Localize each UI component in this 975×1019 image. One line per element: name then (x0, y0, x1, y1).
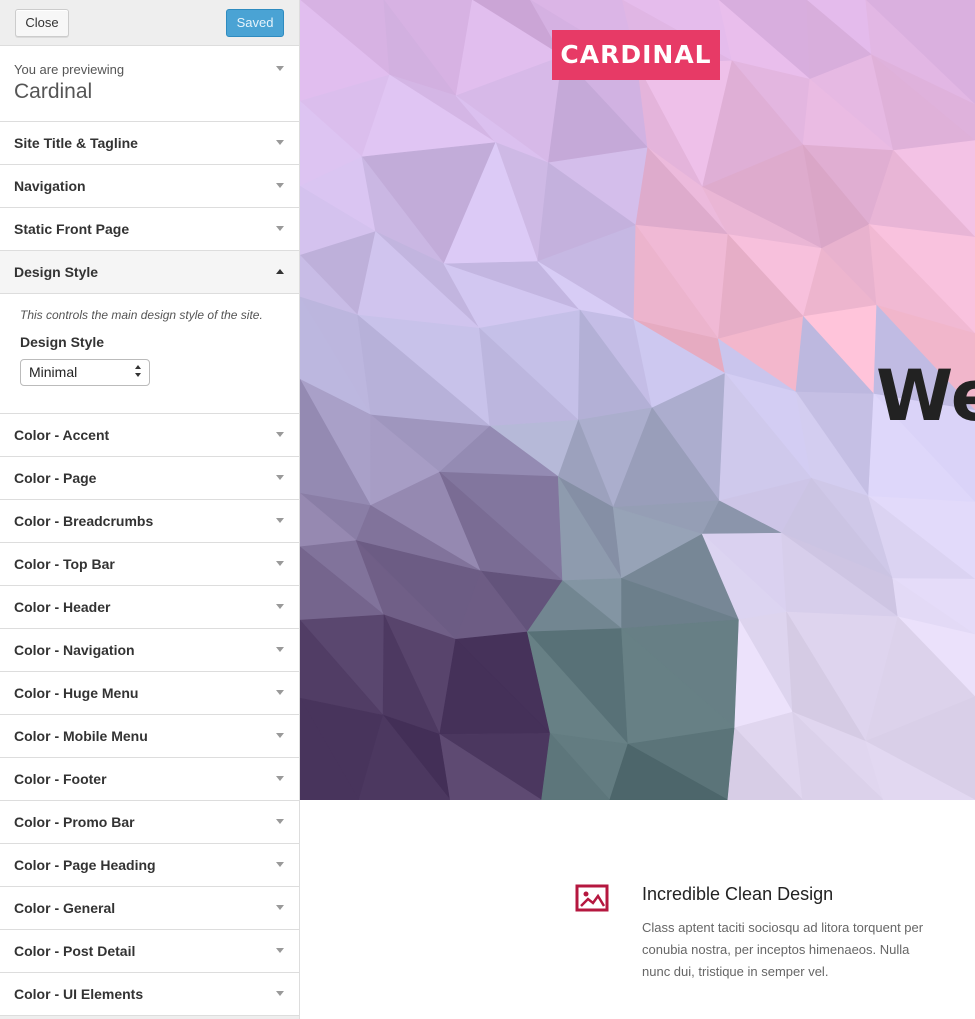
section-color-general[interactable]: Color - General (0, 887, 299, 930)
section-color-page-heading[interactable]: Color - Page Heading (0, 844, 299, 887)
chevron-down-icon (276, 226, 284, 231)
theme-name: Cardinal (14, 80, 93, 103)
sections-bottom: Color - Accent Color - Page Color - Breadc… (0, 414, 299, 1016)
site-logo[interactable]: CARDINAL (552, 30, 720, 80)
chevron-up-icon (276, 269, 284, 274)
section-label: Color - Footer (14, 771, 107, 787)
chevron-down-icon (276, 905, 284, 910)
chevron-down-icon (276, 183, 284, 188)
design-style-panel: This controls the main design style of t… (0, 294, 299, 414)
site-preview: CARDINAL We Incredible Clean Design Clas… (300, 0, 975, 1019)
section-label: Site Title & Tagline (14, 135, 138, 151)
chevron-down-icon (276, 776, 284, 781)
feature-text: Class aptent taciti sociosqu ad litora t… (642, 920, 924, 979)
section-label: Color - Post Detail (14, 943, 136, 959)
design-style-description: This controls the main design style of t… (20, 308, 263, 322)
preview-info: You are previewing Cardinal (0, 46, 299, 122)
section-label: Navigation (14, 178, 86, 194)
section-color-promo-bar[interactable]: Color - Promo Bar (0, 801, 299, 844)
section-label: Color - Navigation (14, 642, 135, 658)
chevron-down-icon (276, 140, 284, 145)
section-label: Color - Mobile Menu (14, 728, 148, 744)
chevron-down-icon (276, 862, 284, 867)
design-style-control-title: Design Style (20, 334, 105, 350)
section-design-style[interactable]: Design Style (0, 251, 299, 294)
section-color-breadcrumbs[interactable]: Color - Breadcrumbs (0, 500, 299, 543)
section-label: Color - Top Bar (14, 556, 115, 572)
chevron-down-icon (276, 604, 284, 609)
customizer-sidebar: Close Saved You are previewing Cardinal … (0, 0, 300, 1019)
previewing-label: You are previewing (14, 62, 125, 77)
section-label: Design Style (14, 264, 99, 280)
chevron-down-icon (276, 518, 284, 523)
section-color-navigation[interactable]: Color - Navigation (0, 629, 299, 672)
chevron-down-icon (276, 475, 284, 480)
section-label: Color - Header (14, 599, 111, 615)
chevron-down-icon (276, 991, 284, 996)
hero-heading: We (876, 355, 975, 437)
chevron-down-icon (276, 647, 284, 652)
section-color-ui-elements[interactable]: Color - UI Elements (0, 973, 299, 1016)
section-label: Color - Huge Menu (14, 685, 139, 701)
chevron-down-icon (276, 819, 284, 824)
select-updown-icon (135, 365, 143, 379)
section-color-accent[interactable]: Color - Accent (0, 414, 299, 457)
section-label: Color - Page (14, 470, 97, 486)
chevron-down-icon (276, 690, 284, 695)
section-color-page[interactable]: Color - Page (0, 457, 299, 500)
sidebar-header: Close Saved (0, 0, 299, 46)
section-label: Color - Breadcrumbs (14, 513, 154, 529)
design-style-select[interactable]: Minimal (20, 359, 150, 386)
section-label: Color - Accent (14, 427, 110, 443)
sections-top: Site Title & Tagline Navigation Static Fro… (0, 122, 299, 251)
section-color-footer[interactable]: Color - Footer (0, 758, 299, 801)
feature-title: Incredible Clean Design (642, 884, 834, 904)
section-color-huge-menu[interactable]: Color - Huge Menu (0, 672, 299, 715)
feature-block: Incredible Clean Design Class aptent tac… (575, 880, 935, 1000)
chevron-down-icon (276, 432, 284, 437)
chevron-down-icon (276, 561, 284, 566)
section-site-title-tagline[interactable]: Site Title & Tagline (0, 122, 299, 165)
section-color-header[interactable]: Color - Header (0, 586, 299, 629)
section-label: Color - General (14, 900, 116, 916)
section-label: Static Front Page (14, 221, 130, 237)
section-label: Color - UI Elements (14, 986, 144, 1002)
lowpoly-background (300, 0, 975, 800)
section-color-post-detail[interactable]: Color - Post Detail (0, 930, 299, 973)
section-color-mobile-menu[interactable]: Color - Mobile Menu (0, 715, 299, 758)
section-color-top-bar[interactable]: Color - Top Bar (0, 543, 299, 586)
saved-button[interactable]: Saved (226, 9, 284, 37)
section-label: Color - Page Heading (14, 857, 156, 873)
hero-banner: CARDINAL We (300, 0, 975, 800)
image-icon (575, 884, 609, 912)
section-navigation[interactable]: Navigation (0, 165, 299, 208)
chevron-down-icon (276, 948, 284, 953)
close-button[interactable]: Close (15, 9, 69, 37)
design-style-selected-value: Minimal (29, 364, 78, 380)
section-static-front-page[interactable]: Static Front Page (0, 208, 299, 251)
section-label: Color - Promo Bar (14, 814, 135, 830)
chevron-down-icon[interactable] (276, 66, 284, 71)
chevron-down-icon (276, 733, 284, 738)
